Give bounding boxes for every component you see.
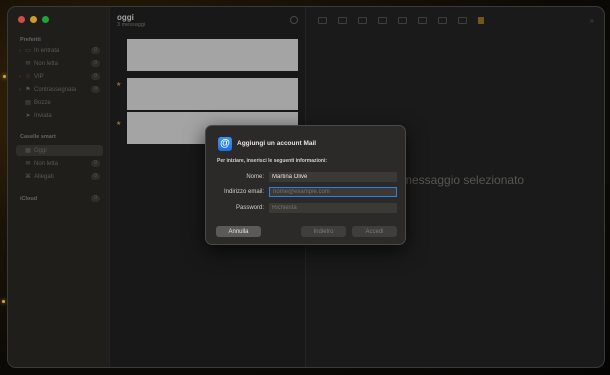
mail-at-icon: @: [218, 137, 232, 151]
back-button[interactable]: Indietro: [301, 226, 346, 237]
cancel-button[interactable]: Annulla: [216, 226, 261, 237]
dialog-title: Aggiungi un account Mail: [237, 140, 317, 147]
add-mail-account-dialog: @ Aggiungi un account Mail Per iniziare,…: [205, 125, 406, 245]
no-message-selected-text: messaggio selezionato: [402, 173, 525, 187]
bokeh-sparkle: [2, 300, 5, 303]
name-label: Nome:: [246, 174, 264, 180]
dialog-intro: Per iniziare, inserisci le seguenti info…: [217, 158, 328, 164]
name-field[interactable]: [269, 172, 397, 182]
email-label: Indirizzo email:: [223, 189, 264, 195]
bokeh-sparkle: [3, 75, 6, 78]
password-field[interactable]: [269, 203, 397, 213]
email-field[interactable]: [269, 187, 397, 197]
sign-in-button[interactable]: Accedi: [352, 226, 397, 237]
password-label: Password:: [235, 205, 264, 211]
